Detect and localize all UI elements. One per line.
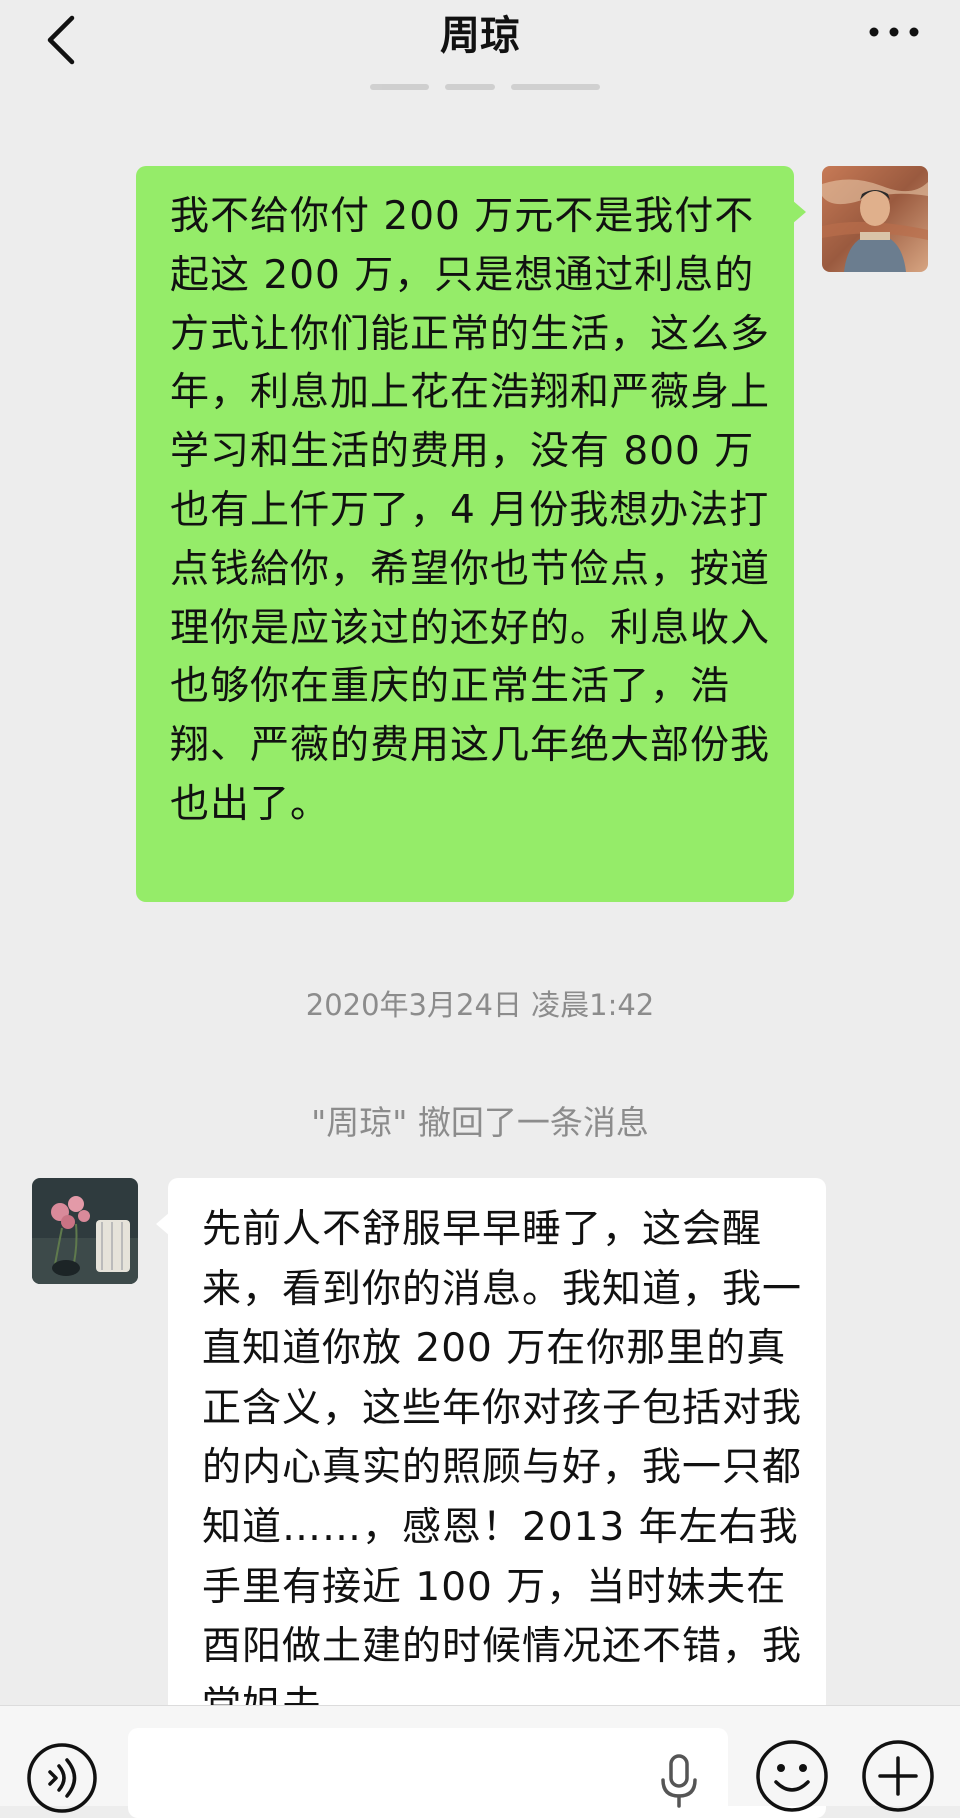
- contact-photo-flowers-lamp: [32, 1178, 138, 1284]
- scrolled-out-text: [370, 80, 600, 94]
- more-dots-icon[interactable]: [866, 22, 922, 42]
- plus-icon[interactable]: [860, 1738, 936, 1814]
- chat-title: 周琼: [440, 13, 520, 59]
- avatar-right[interactable]: [822, 166, 928, 272]
- message-bubble-sent[interactable]: 我不给你付 200 万元不是我付不起这 200 万，只是想通过利息的方式让你们能…: [136, 166, 794, 902]
- voice-mode-icon[interactable]: [26, 1742, 98, 1814]
- emoji-icon[interactable]: [754, 1738, 830, 1814]
- microphone-icon[interactable]: [654, 1752, 704, 1808]
- bubble-tail: [792, 200, 806, 224]
- avatar-left[interactable]: [32, 1178, 138, 1284]
- nav-bar: 周琼: [0, 0, 960, 100]
- recall-notice: "周琼" 撤回了一条消息: [311, 1103, 649, 1142]
- contact-photo-man: [822, 166, 928, 272]
- message-timestamp: 2020年3月24日 凌晨1:42: [305, 988, 655, 1022]
